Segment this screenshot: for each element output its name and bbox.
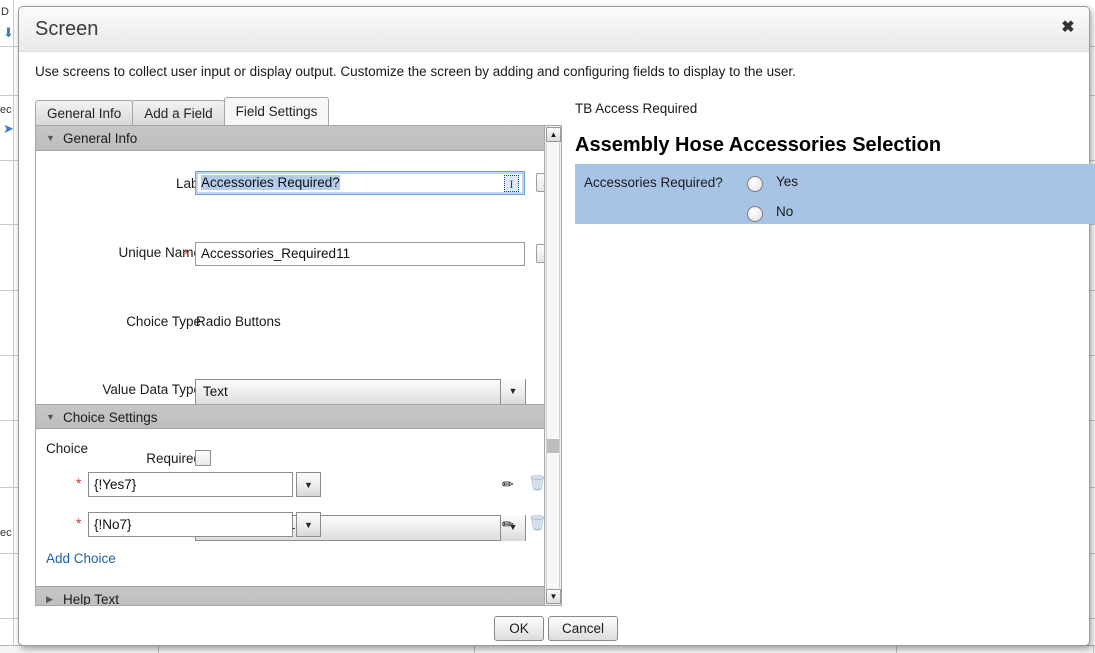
radio-button-icon[interactable] — [747, 176, 763, 192]
field-settings-panel: ▼ General Info Label Accessories Require… — [35, 125, 562, 606]
scrollbar-thumb[interactable] — [547, 439, 559, 453]
cancel-button[interactable]: Cancel — [548, 616, 618, 641]
form-row-choice-type: Choice Type Radio Buttons — [36, 311, 561, 345]
section-title: Choice Settings — [63, 410, 158, 425]
background-text: ec — [0, 527, 12, 539]
tab-strip: General Info Add a Field Field Settings — [35, 98, 328, 125]
radio-label: No — [776, 204, 793, 219]
tab-add-a-field[interactable]: Add a Field — [132, 100, 224, 125]
screen-preview-panel: TB Access Required Assembly Hose Accesso… — [575, 93, 1075, 606]
edit-choice-icon[interactable]: ✏ — [502, 475, 514, 493]
choice-type-caption: Choice Type — [56, 311, 201, 333]
choice-input[interactable]: {!No7} — [88, 512, 293, 537]
background-down-arrow-icon: ⬇ — [3, 26, 14, 39]
section-header-general-info[interactable]: ▼ General Info — [36, 126, 546, 151]
choice-dropdown-button[interactable]: ▼ — [296, 472, 321, 497]
preview-question-label: Accessories Required? — [584, 175, 723, 190]
ok-button[interactable]: OK — [494, 616, 544, 641]
value-data-type-select[interactable]: Text ▼ — [195, 379, 526, 405]
label-input-value: Accessories Required? — [201, 175, 340, 190]
choice-list-caption: Choice — [46, 441, 88, 456]
chevron-down-icon: ▼ — [500, 379, 525, 405]
unique-name-input[interactable]: Accessories_Required11 — [195, 242, 525, 266]
scroll-down-icon[interactable]: ▼ — [546, 589, 561, 604]
section-title: Help Text — [63, 592, 119, 606]
unique-name-value: Accessories_Required11 — [201, 246, 350, 261]
value-data-type-value: Text — [203, 380, 228, 404]
section-header-help-text[interactable]: ▶ Help Text — [36, 586, 546, 606]
tab-field-settings[interactable]: Field Settings — [224, 97, 330, 125]
choice-dropdown-button[interactable]: ▼ — [296, 512, 321, 537]
choice-input[interactable]: {!Yes7} — [88, 472, 293, 497]
section-title: General Info — [63, 131, 137, 146]
edit-choice-icon[interactable]: ✏ — [502, 515, 514, 533]
value-data-type-caption: Value Data Type — [56, 379, 201, 401]
choice-row: * {!No7} ▼ ✏ 🗑 — [36, 512, 561, 544]
scroll-up-icon[interactable]: ▲ — [546, 127, 561, 142]
background-right-arrow-icon: ➤ — [3, 122, 14, 135]
dialog-titlebar: Screen ✖ — [19, 7, 1089, 52]
background-text: ec — [0, 104, 12, 116]
unique-name-caption: Unique Name — [56, 242, 201, 264]
label-input[interactable]: Accessories Required? I — [195, 171, 525, 195]
dialog-footer: OK Cancel — [19, 611, 1089, 647]
screen-dialog: Screen ✖ Use screens to collect user inp… — [18, 6, 1090, 646]
required-asterisk: * — [184, 243, 189, 265]
choice-value: {!No7} — [94, 517, 132, 532]
preview-heading: Assembly Hose Accessories Selection — [575, 134, 941, 157]
tab-general-info[interactable]: General Info — [35, 100, 133, 125]
preview-question-block[interactable]: Accessories Required? Yes No — [575, 164, 1095, 224]
settings-scrollbar[interactable]: ▲ ▼ — [544, 126, 561, 605]
chevron-down-icon: ▼ — [46, 405, 55, 430]
form-row-label: Label Accessories Required? I i — [36, 173, 561, 207]
choice-row: * {!Yes7} ▼ ✏ 🗑 — [36, 472, 561, 504]
radio-label: Yes — [776, 174, 798, 189]
background-column-divider — [13, 0, 14, 652]
section-header-choice-settings[interactable]: ▼ Choice Settings — [36, 404, 546, 429]
chevron-down-icon: ▼ — [46, 126, 55, 151]
background-text: D — [1, 6, 9, 18]
dialog-title: Screen — [35, 18, 98, 41]
chevron-right-icon: ▶ — [46, 587, 53, 606]
close-icon[interactable]: ✖ — [1058, 19, 1078, 39]
radio-button-icon[interactable] — [747, 206, 763, 222]
choice-value: {!Yes7} — [94, 477, 136, 492]
choice-type-value: Radio Buttons — [196, 311, 281, 333]
text-cursor-icon: I — [504, 175, 519, 192]
label-field-caption: Label — [64, 173, 209, 195]
scrollbar-track[interactable] — [546, 143, 560, 588]
preview-breadcrumb: TB Access Required — [575, 101, 697, 116]
form-row-unique-name: Unique Name * Accessories_Required11 i — [36, 242, 561, 276]
required-asterisk: * — [76, 475, 81, 491]
required-asterisk: * — [76, 515, 81, 531]
add-choice-link[interactable]: Add Choice — [46, 551, 116, 566]
dialog-description: Use screens to collect user input or dis… — [35, 64, 796, 79]
